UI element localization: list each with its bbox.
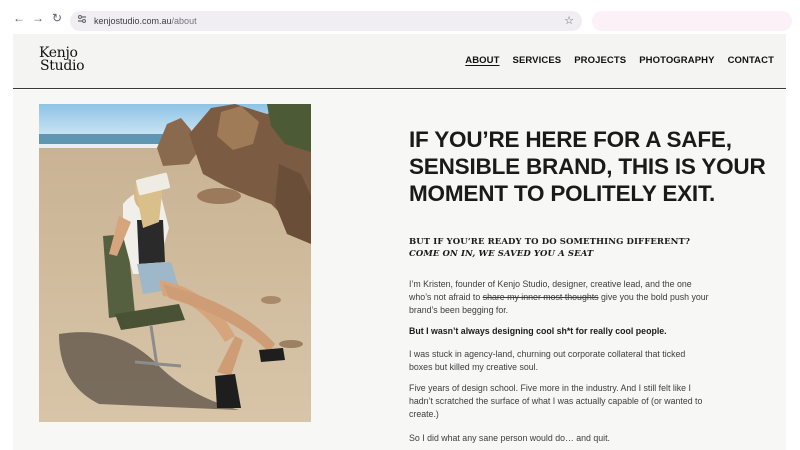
nav-photography[interactable]: PHOTOGRAPHY [639,55,714,69]
intro-paragraph: I’m Kristen, founder of Kenjo Studio, de… [409,278,709,317]
design-school-paragraph: Five years of design school. Five more i… [409,383,703,419]
nav-projects[interactable]: PROJECTS [574,55,626,69]
back-arrow-icon[interactable]: ← [12,11,26,25]
bookmark-star-icon[interactable]: ☆ [564,13,574,29]
intro-strikethrough-text: share my inner most thoughts [482,292,599,302]
url-path: /about [171,16,197,26]
url-text[interactable]: kenjostudio.com.au/about [94,14,197,28]
site-logo[interactable]: Kenjo Studio [39,46,99,74]
hero-heading: IF YOU’RE HERE FOR A SAFE, SENSIBLE BRAN… [409,127,766,206]
reload-icon[interactable]: ↻ [50,11,64,25]
sub-heading-line-2: COME ON IN, WE SAVED YOU A SEAT [409,249,594,259]
nav-services[interactable]: SERVICES [513,55,562,69]
main-nav: ABOUT SERVICES PROJECTS PHOTOGRAPHY CONT… [465,55,774,69]
nav-about[interactable]: ABOUT [465,55,499,69]
site-header: Kenjo Studio ABOUT SERVICES PROJECTS PHO… [13,34,786,89]
sub-heading-line-1: BUT IF YOU’RE READY TO DO SOMETHING DIFF… [409,237,691,247]
bold-statement: But I wasn’t always designing cool sh*t … [409,326,667,336]
quit-paragraph: So I did what any sane person would do… … [409,433,610,443]
forward-arrow-icon[interactable]: → [31,11,45,25]
url-host: kenjostudio.com.au [94,16,172,26]
nav-contact[interactable]: CONTACT [728,55,774,69]
address-bar[interactable]: kenjostudio.com.au/about ☆ [70,11,582,31]
site-settings-icon[interactable] [77,14,89,28]
sub-heading: BUT IF YOU’RE READY TO DO SOMETHING DIFF… [409,236,769,260]
browser-toolbar: ← → ↻ kenjostudio.com.au/about ☆ [0,0,800,34]
about-page: IF YOU’RE HERE FOR A SAFE, SENSIBLE BRAN… [13,90,786,450]
founder-beach-photo [39,104,311,422]
toolbar-extension-area [592,11,792,31]
agency-paragraph: I was stuck in agency-land, churning out… [409,349,686,372]
logo-line-2: Studio [40,58,85,74]
